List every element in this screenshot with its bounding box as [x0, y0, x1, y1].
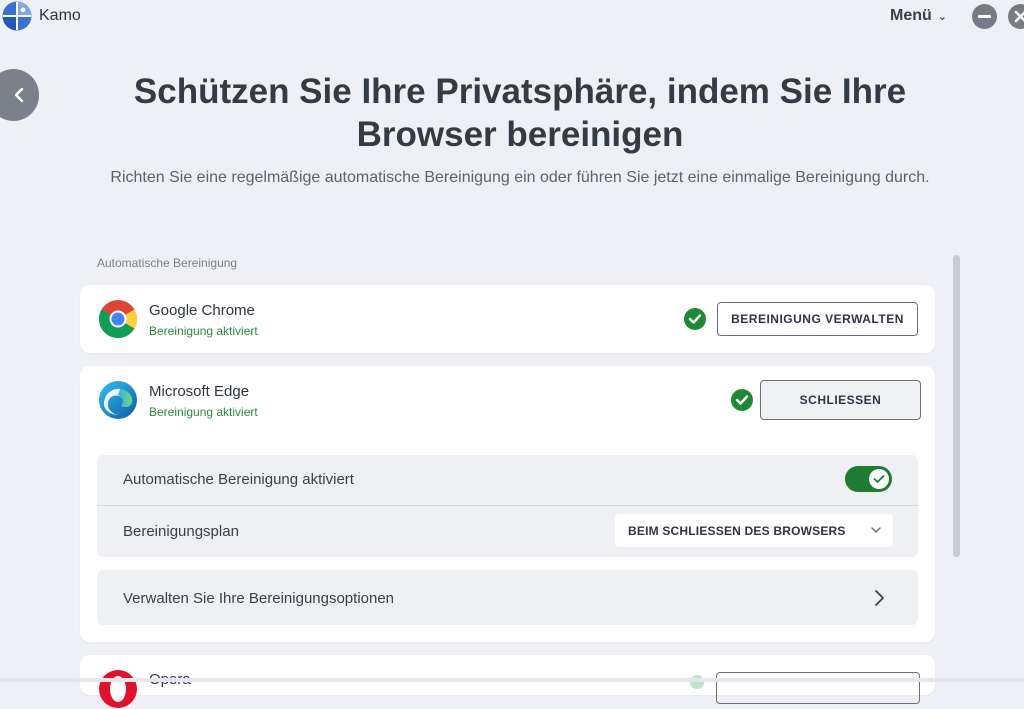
opera-icon — [99, 670, 137, 708]
cleanup-options-row[interactable]: Verwalten Sie Ihre Bereinigungsoptionen — [97, 570, 918, 625]
toggle-knob — [869, 469, 889, 489]
menu-button[interactable]: Menü ⌄ — [890, 7, 947, 25]
browser-card-edge: Microsoft Edge Bereinigung aktiviert SCH… — [80, 366, 935, 642]
close-icon — [1014, 10, 1024, 23]
chevron-down-icon — [871, 527, 881, 534]
page-title: Schützen Sie Ihre Privatsphäre, indem Si… — [133, 72, 907, 154]
minimize-button[interactable] — [972, 4, 997, 29]
chevron-down-icon: ⌄ — [937, 10, 947, 23]
browser-status: Bereinigung aktiviert — [149, 405, 258, 419]
cleanup-options-label: Verwalten Sie Ihre Bereinigungsoptionen — [123, 590, 395, 607]
auto-cleanup-label: Automatische Bereinigung aktiviert — [123, 471, 354, 488]
manage-cleanup-button[interactable]: BEREINIGUNG VERWALTEN — [717, 302, 918, 336]
close-settings-button[interactable]: SCHLIESSEN — [760, 380, 921, 420]
scrollbar[interactable] — [953, 255, 960, 557]
cleanup-plan-value: BEIM SCHLIESSEN DES BROWSERS — [628, 524, 846, 538]
browser-status: Bereinigung aktiviert — [149, 324, 258, 338]
browser-card-chrome: Google Chrome Bereinigung aktiviert BERE… — [80, 285, 935, 353]
divider — [97, 505, 918, 506]
chevron-left-icon — [14, 87, 23, 103]
menu-label: Menü — [890, 7, 932, 24]
app-name: Kamo — [39, 7, 81, 24]
browser-name: Microsoft Edge — [149, 383, 250, 400]
chevron-right-icon — [875, 590, 884, 606]
opera-action-button[interactable] — [716, 672, 920, 704]
close-window-button[interactable] — [1008, 4, 1024, 29]
check-icon — [731, 389, 753, 411]
back-button[interactable] — [0, 69, 39, 121]
edge-icon — [99, 381, 137, 419]
cleanup-plan-label: Bereinigungsplan — [123, 523, 239, 540]
check-icon — [684, 308, 706, 330]
browser-name: Google Chrome — [149, 302, 255, 319]
auto-cleanup-toggle[interactable] — [845, 466, 892, 492]
cleanup-plan-select[interactable]: BEIM SCHLIESSEN DES BROWSERS — [615, 514, 893, 547]
bottom-edge — [0, 678, 1024, 682]
title-bar: Kamo Menü ⌄ — [0, 0, 1024, 34]
chrome-icon — [99, 300, 137, 338]
section-label: Automatische Bereinigung — [97, 256, 238, 270]
page-subtitle: Richten Sie eine regelmäßige automatisch… — [110, 169, 930, 186]
browser-card-opera: Opera — [80, 655, 935, 708]
auto-cleanup-panel: Automatische Bereinigung aktiviert Berei… — [97, 455, 918, 557]
kamo-logo-icon — [2, 1, 32, 31]
